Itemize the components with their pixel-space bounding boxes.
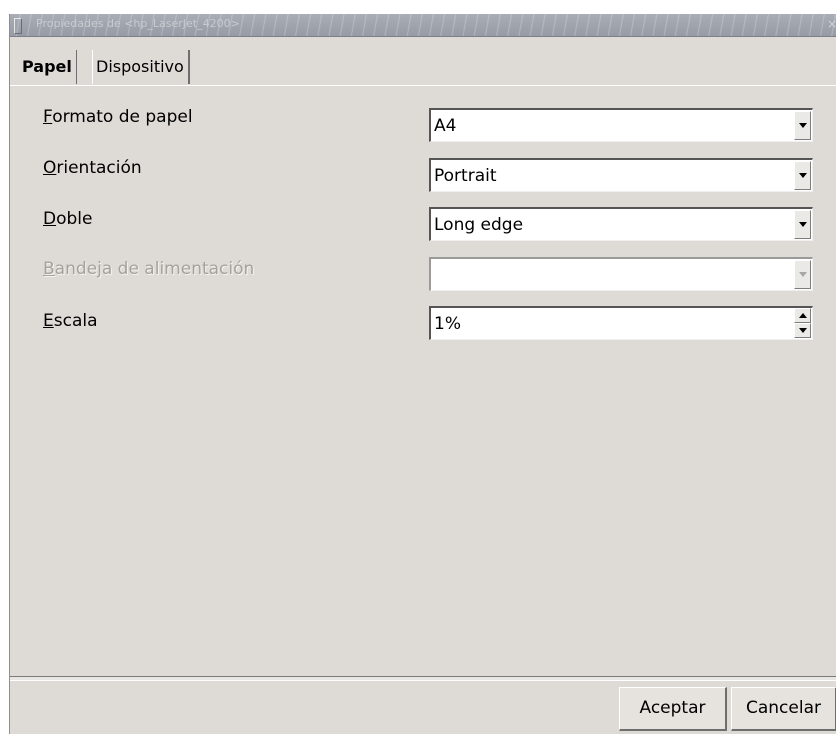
tab-papel[interactable]: Papel	[22, 50, 77, 84]
paper-tray-mnemonic: B	[43, 259, 55, 279]
window-menu-icon[interactable]	[14, 18, 22, 34]
chevron-down-icon[interactable]	[794, 210, 811, 239]
duplex-value: Long edge	[434, 215, 524, 235]
printer-properties-dialog: Propiedades de <hp_LaserJet_4200> × Pape…	[9, 14, 836, 734]
accept-button[interactable]: Aceptar	[619, 687, 727, 731]
orientation-value: Portrait	[434, 166, 497, 186]
scale-mnemonic: E	[43, 311, 54, 331]
tab-panel-border	[10, 85, 836, 86]
paper-tray-label: Bandeja de alimentación	[43, 259, 254, 279]
orientation-label-text: rientación	[56, 158, 142, 178]
paper-format-value: A4	[434, 116, 457, 136]
paper-format-mnemonic: F	[43, 107, 53, 127]
orientation-label: Orientación	[43, 158, 142, 178]
chevron-down-icon[interactable]	[794, 111, 811, 140]
duplex-label-text: oble	[56, 209, 93, 229]
duplex-select[interactable]: Long edge	[429, 207, 813, 241]
scale-value: 1%	[434, 314, 461, 334]
cancel-button[interactable]: Cancelar	[731, 687, 836, 731]
chevron-up-icon[interactable]	[794, 308, 811, 323]
paper-tray-label-text: andeja de alimentación	[54, 259, 255, 279]
paper-tray-select	[429, 257, 813, 291]
title-bar[interactable]: Propiedades de <hp_LaserJet_4200> ×	[10, 14, 836, 37]
paper-format-select[interactable]: A4	[429, 108, 813, 142]
chevron-down-icon[interactable]	[794, 161, 811, 190]
button-area-separator	[10, 676, 836, 681]
paper-format-label-text: ormato de papel	[52, 107, 193, 127]
duplex-label: Doble	[43, 209, 92, 229]
chevron-down-icon	[794, 260, 811, 289]
chevron-down-icon[interactable]	[794, 323, 811, 338]
scale-label: Escala	[43, 311, 98, 331]
scale-label-text: scala	[53, 311, 98, 331]
window-title: Propiedades de <hp_LaserJet_4200>	[36, 17, 240, 30]
paper-format-label: Formato de papel	[43, 107, 193, 127]
scale-spinbox[interactable]: 1%	[429, 306, 813, 340]
duplex-mnemonic: D	[43, 209, 57, 229]
tab-dispositivo[interactable]: Dispositivo	[92, 50, 190, 84]
orientation-mnemonic: O	[43, 158, 57, 178]
close-icon[interactable]: ×	[827, 17, 836, 31]
orientation-select[interactable]: Portrait	[429, 158, 813, 192]
